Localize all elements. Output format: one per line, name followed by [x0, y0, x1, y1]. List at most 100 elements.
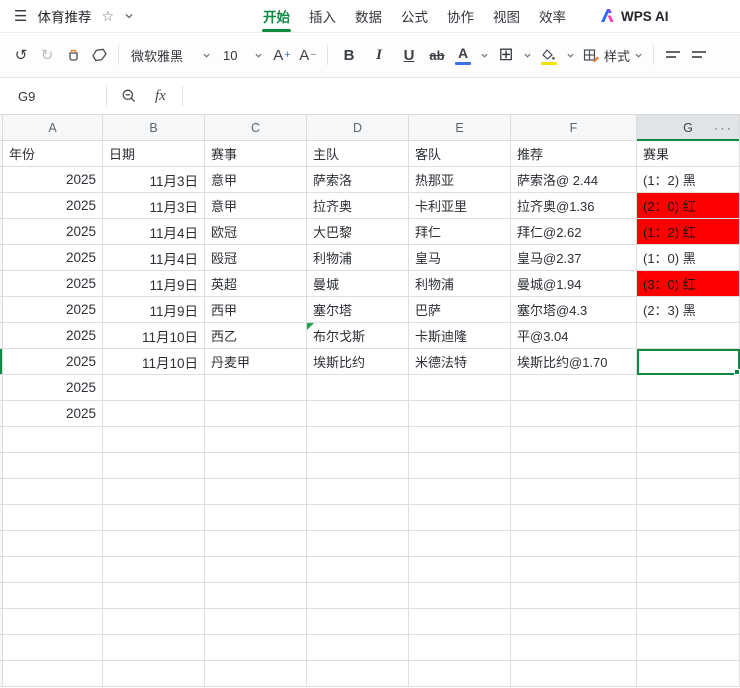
- tab-data[interactable]: 数据: [355, 0, 382, 32]
- column-header-G[interactable]: G ···: [637, 115, 740, 141]
- cell[interactable]: 2025: [3, 167, 103, 193]
- cell[interactable]: (1：2) 黑: [637, 167, 740, 193]
- cell[interactable]: [409, 557, 511, 583]
- cell[interactable]: (3：0) 红: [637, 271, 740, 297]
- cell[interactable]: [307, 505, 409, 531]
- cell[interactable]: 赛果: [637, 141, 740, 167]
- cell[interactable]: [103, 505, 205, 531]
- column-header-B[interactable]: B: [103, 115, 205, 140]
- cell[interactable]: [205, 505, 307, 531]
- cell[interactable]: [637, 479, 740, 505]
- cell[interactable]: [511, 557, 637, 583]
- cell[interactable]: [103, 557, 205, 583]
- strikethrough-button[interactable]: ab: [424, 41, 450, 69]
- cell[interactable]: [3, 531, 103, 557]
- cell[interactable]: 11月10日: [103, 349, 205, 375]
- cell[interactable]: [103, 479, 205, 505]
- cell[interactable]: [511, 583, 637, 609]
- cell[interactable]: 拜仁@2.62: [511, 219, 637, 245]
- cell[interactable]: [103, 401, 205, 427]
- cell[interactable]: (2：3) 黑: [637, 297, 740, 323]
- cell[interactable]: [205, 583, 307, 609]
- cell[interactable]: 客队: [409, 141, 511, 167]
- increase-font-size-button[interactable]: A +: [269, 41, 295, 69]
- column-header-E[interactable]: E: [409, 115, 511, 140]
- cell[interactable]: [3, 635, 103, 661]
- cell[interactable]: [205, 401, 307, 427]
- cell[interactable]: [409, 375, 511, 401]
- cell[interactable]: [307, 453, 409, 479]
- wps-ai-button[interactable]: WPS AI: [601, 9, 669, 24]
- cell[interactable]: 欧冠: [205, 219, 307, 245]
- cell[interactable]: [103, 453, 205, 479]
- cell[interactable]: [205, 427, 307, 453]
- cell[interactable]: [637, 635, 740, 661]
- cell[interactable]: [637, 427, 740, 453]
- cell[interactable]: 日期: [103, 141, 205, 167]
- cell[interactable]: [205, 609, 307, 635]
- cell[interactable]: [205, 375, 307, 401]
- cell[interactable]: 赛事: [205, 141, 307, 167]
- cell[interactable]: (1：2) 红: [637, 219, 740, 245]
- cell[interactable]: [103, 427, 205, 453]
- cell[interactable]: [3, 427, 103, 453]
- cell[interactable]: 2025: [3, 401, 103, 427]
- cell[interactable]: 大巴黎: [307, 219, 409, 245]
- cell[interactable]: [103, 531, 205, 557]
- cell[interactable]: 推荐: [511, 141, 637, 167]
- cell[interactable]: 主队: [307, 141, 409, 167]
- insert-function-button[interactable]: fx: [145, 88, 176, 105]
- cell[interactable]: [307, 583, 409, 609]
- cell[interactable]: 11月9日: [103, 297, 205, 323]
- cell[interactable]: 塞尔塔@4.3: [511, 297, 637, 323]
- cell[interactable]: [103, 609, 205, 635]
- cell[interactable]: [3, 661, 103, 687]
- cell[interactable]: 意甲: [205, 167, 307, 193]
- cell[interactable]: 11月3日: [103, 193, 205, 219]
- cell[interactable]: 萨索洛: [307, 167, 409, 193]
- cell[interactable]: [637, 505, 740, 531]
- cell[interactable]: [409, 635, 511, 661]
- cell[interactable]: [205, 453, 307, 479]
- format-painter-icon[interactable]: [60, 41, 86, 69]
- cell[interactable]: [205, 557, 307, 583]
- cell[interactable]: 埃斯比约@1.70: [511, 349, 637, 375]
- borders-button[interactable]: ⊞: [493, 41, 519, 69]
- cell[interactable]: [307, 479, 409, 505]
- cell[interactable]: [103, 583, 205, 609]
- cell[interactable]: [205, 531, 307, 557]
- cell[interactable]: [409, 479, 511, 505]
- cell[interactable]: [511, 531, 637, 557]
- cell[interactable]: 塞尔塔: [307, 297, 409, 323]
- formula-input[interactable]: [188, 78, 740, 114]
- cell[interactable]: 意甲: [205, 193, 307, 219]
- column-header-A[interactable]: A: [3, 115, 103, 140]
- main-menu-icon[interactable]: ☰: [14, 7, 27, 25]
- cell[interactable]: [307, 401, 409, 427]
- cell[interactable]: [3, 453, 103, 479]
- tab-home[interactable]: 开始: [262, 0, 291, 32]
- cell[interactable]: [409, 505, 511, 531]
- cell[interactable]: 利物浦: [307, 245, 409, 271]
- align-top-button[interactable]: [660, 41, 686, 69]
- italic-button[interactable]: I: [364, 41, 394, 69]
- fill-color-dropdown[interactable]: [562, 41, 579, 69]
- cell[interactable]: 2025: [3, 271, 103, 297]
- cell[interactable]: [409, 661, 511, 687]
- cell[interactable]: [103, 375, 205, 401]
- cell[interactable]: [409, 453, 511, 479]
- cell-reference-box[interactable]: G9: [0, 89, 100, 104]
- font-color-button[interactable]: A: [450, 41, 476, 69]
- cell[interactable]: 萨索洛@ 2.44: [511, 167, 637, 193]
- title-chevron-down-icon[interactable]: [124, 12, 134, 20]
- cell[interactable]: [3, 609, 103, 635]
- fill-handle[interactable]: [734, 369, 740, 375]
- borders-dropdown[interactable]: [519, 41, 536, 69]
- cell[interactable]: 米德法特: [409, 349, 511, 375]
- cell[interactable]: 2025: [3, 219, 103, 245]
- cell[interactable]: 11月4日: [103, 245, 205, 271]
- cell[interactable]: 卡斯迪隆: [409, 323, 511, 349]
- cell[interactable]: 拉齐奥@1.36: [511, 193, 637, 219]
- favorite-star-icon[interactable]: ☆: [101, 8, 114, 25]
- cell[interactable]: [511, 635, 637, 661]
